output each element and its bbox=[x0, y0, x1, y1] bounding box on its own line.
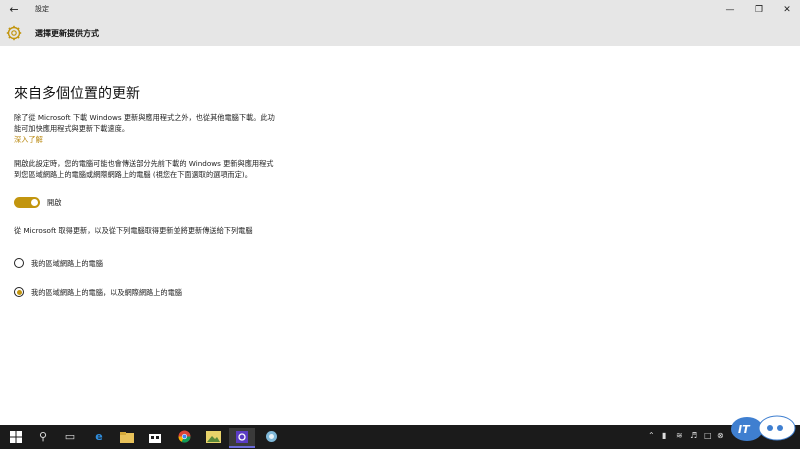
wifi-icon[interactable]: ≋ bbox=[676, 431, 683, 440]
minimize-button[interactable]: — bbox=[717, 2, 743, 18]
status-icon[interactable]: ⊗ bbox=[717, 431, 724, 440]
title-bar: ← 設定 — ❐ ✕ bbox=[0, 0, 800, 20]
svg-text:IT: IT bbox=[738, 423, 751, 436]
radio-label-local-and-internet: 我的區域網路上的電腦，以及網際網路上的電腦 bbox=[31, 288, 182, 297]
toggle-label: 開啟 bbox=[47, 198, 62, 207]
back-arrow-icon[interactable]: ← bbox=[5, 2, 23, 18]
volume-icon[interactable]: ♬ bbox=[690, 431, 697, 440]
section-heading: 來自多個位置的更新 bbox=[14, 86, 140, 102]
chrome-icon[interactable] bbox=[171, 428, 197, 446]
radio-label-local-network: 我的區域網路上的電腦 bbox=[31, 259, 103, 268]
options-description: 從 Microsoft 取得更新，以及從下列電腦取得更新並將更新傳送給下列電腦 bbox=[14, 226, 253, 235]
radio-selected-dot bbox=[17, 290, 22, 295]
start-icon[interactable] bbox=[3, 428, 29, 446]
radio-local-and-internet[interactable] bbox=[14, 287, 24, 297]
radio-local-network[interactable] bbox=[14, 258, 24, 268]
edge-icon[interactable]: e bbox=[86, 428, 112, 446]
task-view-icon[interactable]: ▭ bbox=[57, 428, 83, 446]
delivery-optimization-toggle[interactable] bbox=[14, 197, 40, 208]
notification-icon[interactable]: □ bbox=[704, 431, 712, 440]
description-text: 除了從 Microsoft 下載 Windows 更新與應用程式之外，也從其他電… bbox=[14, 113, 275, 133]
app-icon[interactable] bbox=[258, 428, 284, 446]
search-icon[interactable]: ⚲ bbox=[30, 428, 56, 446]
maximize-button[interactable]: ❐ bbox=[746, 2, 772, 18]
gear-icon bbox=[6, 25, 22, 41]
store-icon[interactable] bbox=[142, 428, 168, 446]
learn-more-link[interactable]: 深入了解 bbox=[14, 135, 43, 145]
setting-description: 開啟此設定時，您的電腦可能也會傳送部分先前下載的 Windows 更新與應用程式… bbox=[14, 159, 274, 179]
photos-icon[interactable] bbox=[200, 428, 226, 446]
battery-icon[interactable]: ▮ bbox=[662, 431, 666, 440]
page-header: 選擇更新提供方式 bbox=[0, 20, 800, 46]
window-title: 設定 bbox=[35, 5, 49, 13]
close-button[interactable]: ✕ bbox=[774, 2, 800, 18]
file-explorer-icon[interactable] bbox=[114, 428, 140, 446]
toggle-knob bbox=[31, 199, 38, 206]
settings-icon[interactable] bbox=[229, 428, 255, 448]
watermark-logo: IT bbox=[731, 415, 796, 441]
chevron-up-icon[interactable]: ⌃ bbox=[648, 431, 655, 440]
taskbar: ⚲ ▭ e ⌃ ▮ ≋ ♬ □ ⊗ bbox=[0, 425, 800, 449]
page-title: 選擇更新提供方式 bbox=[35, 29, 99, 38]
